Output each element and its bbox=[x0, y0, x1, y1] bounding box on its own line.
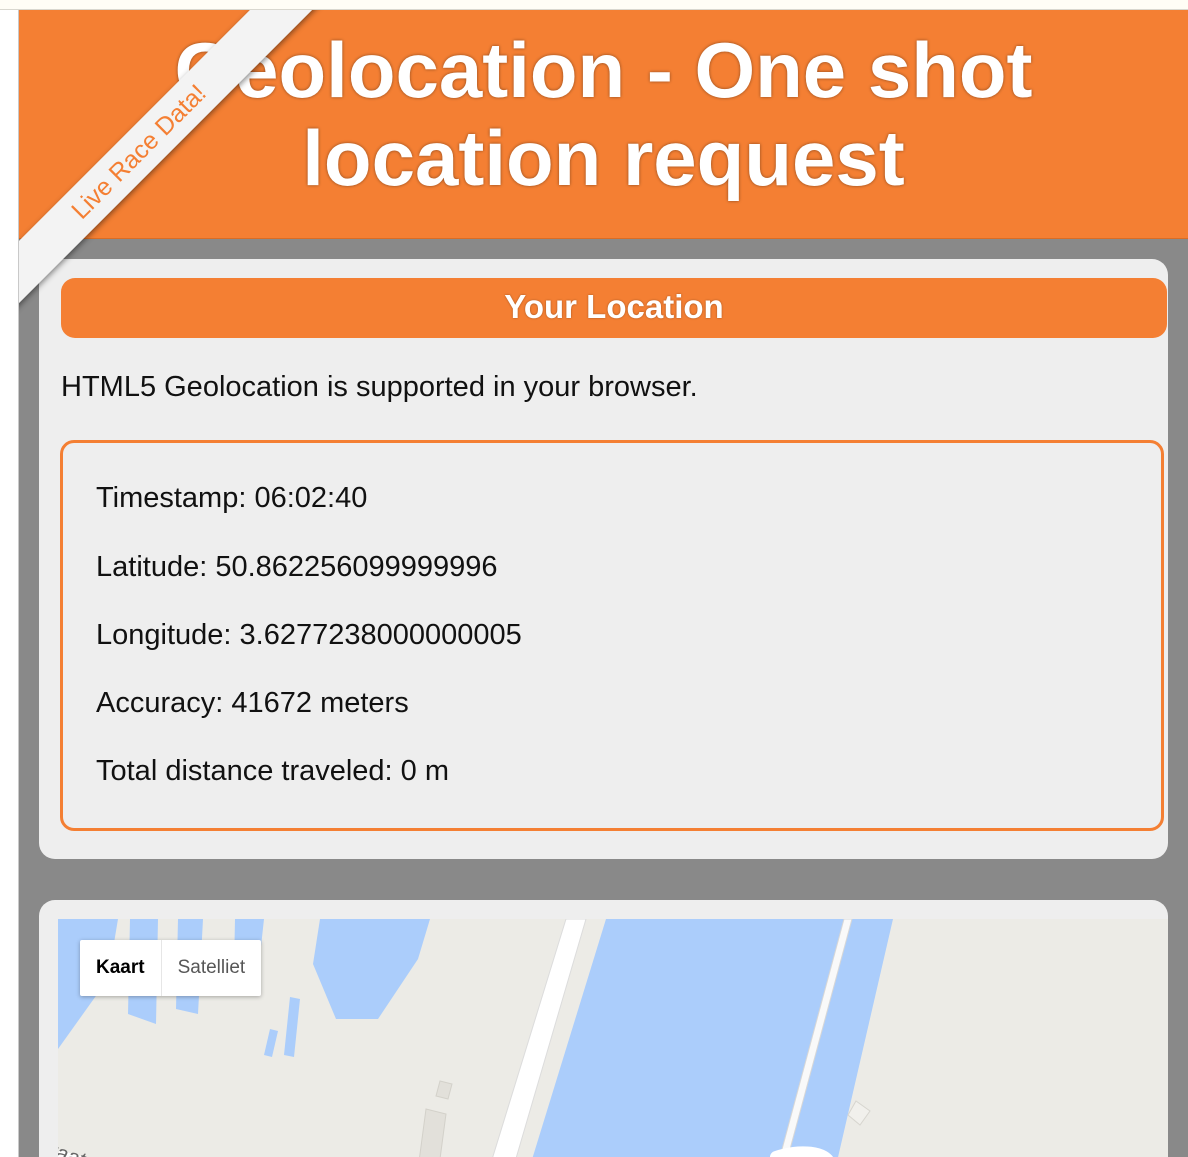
page: Geolocation - One shot location request … bbox=[19, 10, 1188, 1157]
latitude-text: Latitude: 50.862256099999996 bbox=[96, 551, 498, 583]
longitude-text: Longitude: 3.6277238000000005 bbox=[96, 619, 522, 651]
timestamp-text: Timestamp: 06:02:40 bbox=[96, 482, 368, 514]
page-title-line-1: Geolocation - One shot bbox=[174, 26, 1033, 114]
page-title-line-2: location request bbox=[302, 114, 905, 202]
browser-left-strip bbox=[0, 10, 19, 1157]
browser-top-edge bbox=[0, 0, 1188, 10]
accuracy-text: Accuracy: 41672 meters bbox=[96, 687, 409, 719]
map-panel: Kaart Satelliet traat bbox=[39, 900, 1168, 1157]
map-loop bbox=[770, 1146, 833, 1157]
map-building-1 bbox=[419, 1108, 447, 1157]
map-building-3 bbox=[847, 1100, 871, 1126]
map-building-2 bbox=[435, 1080, 453, 1100]
map-type-satelliet-button[interactable]: Satelliet bbox=[162, 940, 262, 996]
distance-text: Total distance traveled: 0 m bbox=[96, 755, 450, 787]
map-dock-7 bbox=[264, 1029, 278, 1057]
map-type-control: Kaart Satelliet bbox=[80, 940, 262, 996]
map[interactable]: Kaart Satelliet traat bbox=[58, 919, 1168, 1157]
location-panel-title: Your Location bbox=[61, 278, 1167, 338]
location-info-box: Timestamp: 06:02:40 Latitude: 50.8622560… bbox=[60, 440, 1164, 831]
location-panel: Your Location HTML5 Geolocation is suppo… bbox=[39, 259, 1168, 859]
map-dock-5 bbox=[313, 919, 430, 1019]
support-message: HTML5 Geolocation is supported in your b… bbox=[61, 371, 698, 403]
map-type-kaart-button[interactable]: Kaart bbox=[80, 940, 162, 996]
map-dock-6 bbox=[284, 997, 300, 1057]
